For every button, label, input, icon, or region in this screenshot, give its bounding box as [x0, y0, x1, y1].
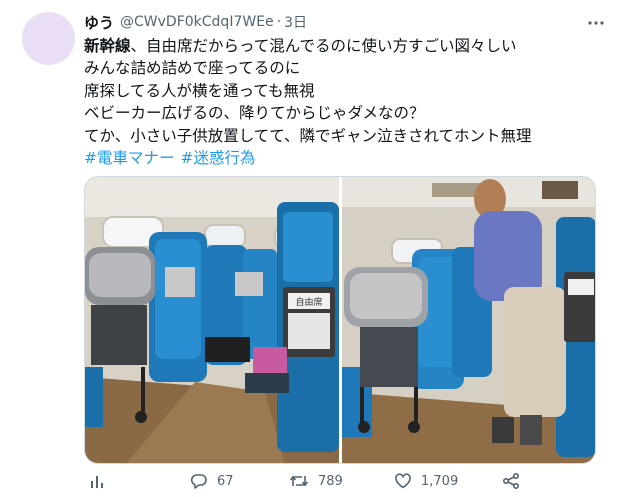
more-icon: [588, 21, 604, 25]
train-interior-photo-right[interactable]: [341, 177, 595, 463]
display-name[interactable]: ゆう: [84, 12, 114, 33]
user-handle[interactable]: @CWvDF0kCdqI7WEe: [120, 14, 274, 30]
hashtags: #電車マナー #迷惑行為: [84, 147, 604, 169]
hashtag-link[interactable]: #電車マナー: [84, 149, 175, 167]
media-grid: 自由席: [84, 176, 596, 464]
hashtag-link[interactable]: #迷惑行為: [181, 149, 256, 167]
share-icon: [502, 472, 520, 490]
views-button[interactable]: [89, 468, 107, 494]
tweet-first-word: 新幹線: [84, 37, 131, 55]
more-options-button[interactable]: [585, 12, 607, 34]
tweet-line-4: ベビーカー広げるの、降りてからじゃダメなの？: [84, 104, 425, 123]
analytics-icon: [91, 476, 103, 488]
retweet-button[interactable]: 789: [289, 468, 343, 494]
share-button[interactable]: [502, 468, 520, 494]
tweet-header: ゆう @CWvDF0kCdqI7WEe · 3日: [84, 11, 307, 33]
separator: ·: [276, 14, 282, 30]
like-count: 1,709: [421, 473, 459, 489]
tweet-first-rest: 、自由席だからって混んでるのに使い方すごい図々しい: [130, 37, 517, 55]
tweet-text: 新幹線、自由席だからって混んでるのに使い方すごい図々しい みんな詰め詰めで座って…: [84, 35, 604, 169]
tweet-line-5: てか、小さい子供放置してて、隣でギャン泣きされてホント無理: [84, 126, 532, 145]
like-button[interactable]: 1,709: [394, 468, 458, 494]
heart-icon: [395, 473, 411, 489]
tweet-line-3: 席探してる人が横を通っても無視: [84, 81, 315, 100]
tweet-line-1: 新幹線、自由席だからって混んでるのに使い方すごい図々しい: [84, 35, 604, 57]
timestamp[interactable]: 3日: [284, 12, 307, 32]
retweet-icon: [289, 475, 309, 487]
reply-button[interactable]: 67: [190, 468, 234, 494]
tweet[interactable]: ゆう @CWvDF0kCdqI7WEe · 3日 新幹線、自由席だからって混んで…: [0, 0, 617, 497]
tweet-actions: 67 789 1,709: [84, 468, 604, 494]
reply-icon: [190, 474, 207, 489]
retweet-count: 789: [318, 473, 343, 489]
avatar[interactable]: [22, 12, 75, 65]
seat-sign-text: 自由席: [295, 296, 322, 308]
reply-count: 67: [217, 473, 234, 489]
tweet-line-2: みんな詰め詰めで座ってるのに: [84, 59, 301, 78]
train-interior-photo-left[interactable]: 自由席: [85, 177, 339, 463]
